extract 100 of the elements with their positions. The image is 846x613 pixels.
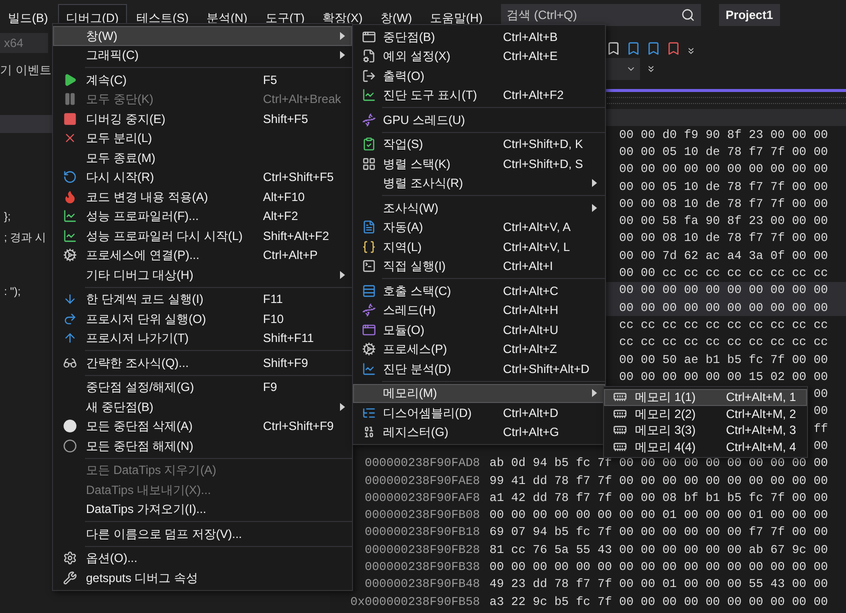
menu-item[interactable]: 모든 중단점 삭제(A) Ctrl+Shift+F9 [53, 416, 352, 436]
menu-item[interactable]: 모두 분리(L) [53, 128, 352, 148]
memory-bytes: 00 00 05 10 de 78 f7 7f 00 00 [619, 144, 828, 161]
shortcut-label: Shift+F9 [263, 354, 308, 372]
shortcut-label: Ctrl+Alt+D [503, 404, 558, 422]
shortcut-label: Ctrl+Alt+G [503, 424, 560, 442]
shortcut-label: Ctrl+Shift+F5 [263, 169, 334, 186]
menu-item[interactable]: 중단점(B) Ctrl+Alt+B [353, 27, 605, 46]
menu-item[interactable]: 병렬 조사식(R) [353, 174, 605, 193]
bookmark-icon[interactable] [626, 41, 641, 56]
menu-item[interactable]: 메모리 3(3) Ctrl+Alt+M, 3 [604, 422, 807, 438]
menu-item[interactable]: 메모리(M) [353, 384, 605, 403]
menu-item[interactable]: 메모리 1(1) Ctrl+Alt+M, 1 [604, 389, 807, 406]
menu-item[interactable]: 진단 도구 표시(T) Ctrl+Alt+F2 [353, 86, 605, 105]
menu-item[interactable]: getsputs 디버그 속성 [53, 568, 352, 588]
menu-item[interactable]: 중단점 설정/해제(G) F9 [53, 378, 352, 397]
menu-item[interactable]: 코드 변경 내용 적용(A) Alt+F10 [53, 187, 352, 206]
gears-icon [362, 342, 376, 356]
menu-item[interactable]: 레지스터(G) Ctrl+Alt+G [353, 422, 605, 442]
shortcut-label: Ctrl+Alt+C [503, 282, 558, 300]
shortcut-label: Ctrl+Alt+V, L [503, 238, 570, 256]
shortcut-label: Ctrl+Alt+E [503, 48, 558, 66]
shortcut-label: Ctrl+Alt+M, 2 [726, 406, 796, 423]
menu-bar-item[interactable]: 빌드(B) [0, 4, 56, 30]
menu-item[interactable]: 자동(A) Ctrl+Alt+V, A [353, 218, 605, 237]
overflow-icon[interactable] [646, 64, 656, 74]
menu-item[interactable]: 기타 디버그 대상(H) [53, 265, 352, 284]
list-icon [362, 406, 376, 420]
search-field[interactable]: 검색 (Ctrl+Q) [500, 4, 701, 26]
code-line: ; 경과 시 [3, 230, 46, 246]
gears-icon [63, 248, 77, 262]
grid-icon [362, 156, 376, 171]
shortcut-label: Ctrl+Alt+F2 [503, 87, 564, 104]
menu-item[interactable]: 병렬 스택(K) Ctrl+Shift+D, S [353, 154, 605, 174]
step-out-icon [63, 331, 77, 346]
menu-item[interactable]: 프로세스에 연결(P)... Ctrl+Alt+P [53, 246, 352, 265]
window-icon [362, 322, 376, 337]
shortcut-label: Ctrl+Shift+F9 [263, 418, 334, 436]
memory-bytes: 00 00 cc cc cc cc cc cc cc cc [619, 265, 828, 282]
menu-item[interactable]: 옵션(O)... [53, 548, 352, 568]
menu-item[interactable]: 계속(C) F5 [53, 70, 352, 90]
menu-item[interactable]: 새 중단점(B) [53, 397, 352, 416]
braces-icon [362, 240, 376, 254]
menu-item[interactable]: 모듈(O) Ctrl+Alt+U [353, 320, 605, 340]
memory-bytes: 00 00 08 10 de 78 f7 7f 00 00 [619, 230, 828, 248]
chart-icon [362, 362, 376, 376]
menu-item[interactable]: 창(W) [53, 26, 352, 46]
memory-bytes: 00 00 08 10 de 78 f7 7f 00 00 [619, 196, 828, 213]
menu-item[interactable]: 출력(O) [353, 66, 605, 86]
bookmark-icon[interactable] [606, 41, 621, 56]
memory-bytes: 69 07 94 b5 fc 7f 00 00 00 00 00 00 f7 7f 00 00 [490, 524, 828, 542]
menu-item[interactable]: 직접 실행(I) Ctrl+Alt+I [353, 256, 605, 276]
memory-bytes: 00 00 00 00 00 00 00 00 00 00 [619, 300, 828, 317]
memory-address: 000000238F90FAF8 [364, 490, 480, 507]
menu-item[interactable]: 다른 이름으로 덤프 저장(V)... [53, 524, 352, 544]
menu-bar-item[interactable]: 창(W) [372, 4, 420, 30]
menu-item[interactable]: 스레드(H) Ctrl+Alt+H [353, 300, 605, 320]
memory-address: 000000238F90FB28 [364, 542, 480, 559]
shortcut-label: F11 [263, 291, 283, 308]
menu-item[interactable]: 디스어셈블리(D) Ctrl+Alt+D [353, 403, 605, 422]
menu-item[interactable]: 지역(L) Ctrl+Alt+V, L [353, 237, 605, 256]
menu-item[interactable]: 호출 스택(C) Ctrl+Alt+C [353, 281, 605, 300]
menu-item[interactable]: 디버깅 중지(E) Shift+F5 [53, 109, 352, 128]
dna-icon [362, 303, 376, 318]
menu-item[interactable]: 모든 중단점 해제(N) [53, 436, 352, 456]
memory-address: 000000238F90FAD8 [364, 455, 480, 472]
memory-address: 000000238F90FB18 [364, 524, 480, 542]
menu-item[interactable]: 메모리 4(4) Ctrl+Alt+M, 4 [604, 438, 807, 455]
overflow-icon[interactable] [686, 46, 696, 56]
menu-item[interactable]: 진단 분석(D) Ctrl+Shift+Alt+D [353, 359, 605, 378]
menu-item[interactable]: 조사식(W) [353, 198, 605, 218]
document-icon [362, 220, 376, 234]
menu-item[interactable]: 예외 설정(X) Ctrl+Alt+E [353, 46, 605, 66]
menu-item[interactable]: 프로시저 나가기(T) Shift+F11 [53, 328, 352, 348]
memory-address: 000000238F90FB08 [364, 507, 480, 524]
menu-item[interactable]: 한 단계씩 코드 실행(I) F11 [53, 290, 352, 309]
menu-item[interactable]: 메모리 2(2) Ctrl+Alt+M, 2 [604, 406, 807, 422]
menu-item[interactable]: GPU 스레드(U) [353, 110, 605, 130]
memory-bytes: 99 41 dd 78 f7 7f 00 00 00 00 00 00 00 00 00 00 [490, 472, 828, 490]
menu-item[interactable]: 프로시저 단위 실행(O) F10 [53, 309, 352, 328]
memory-address: 000000238F90FB48 [364, 576, 480, 594]
project-badge: Project1 [718, 4, 780, 26]
menu-item[interactable]: 그래픽(C) [53, 46, 352, 65]
menu-item[interactable]: 모두 종료(M) [53, 148, 352, 168]
memory-bytes: 00 00 58 fa 90 8f 23 00 00 00 [619, 213, 828, 230]
output-icon [362, 68, 376, 83]
step-into-icon [63, 292, 77, 306]
menu-item[interactable]: 프로세스(P) Ctrl+Alt+Z [353, 340, 605, 359]
menu-item[interactable]: 작업(S) Ctrl+Shift+D, K [353, 134, 605, 154]
menu-item[interactable]: 성능 프로파일러 다시 시작(L) Shift+Alt+F2 [53, 226, 352, 246]
menu-item[interactable]: 간략한 조사식(Q)... Shift+F9 [53, 353, 352, 372]
menu-item[interactable]: 다시 시작(R) Ctrl+Shift+F5 [53, 168, 352, 187]
bookmark-icon[interactable] [646, 41, 661, 56]
shortcut-label: Shift+F5 [263, 110, 308, 128]
memory-bytes: 00 00 50 ae b1 b5 fc 7f 00 00 [619, 352, 828, 369]
code-line: }; [3, 210, 11, 225]
breakpoint-icon [63, 419, 77, 434]
menu-item[interactable]: 성능 프로파일러(F)... Alt+F2 [53, 206, 352, 226]
menu-item[interactable]: DataTips 가져오기(I)... [53, 500, 352, 519]
menu-bar-item[interactable]: 도움말(H) [422, 4, 491, 30]
